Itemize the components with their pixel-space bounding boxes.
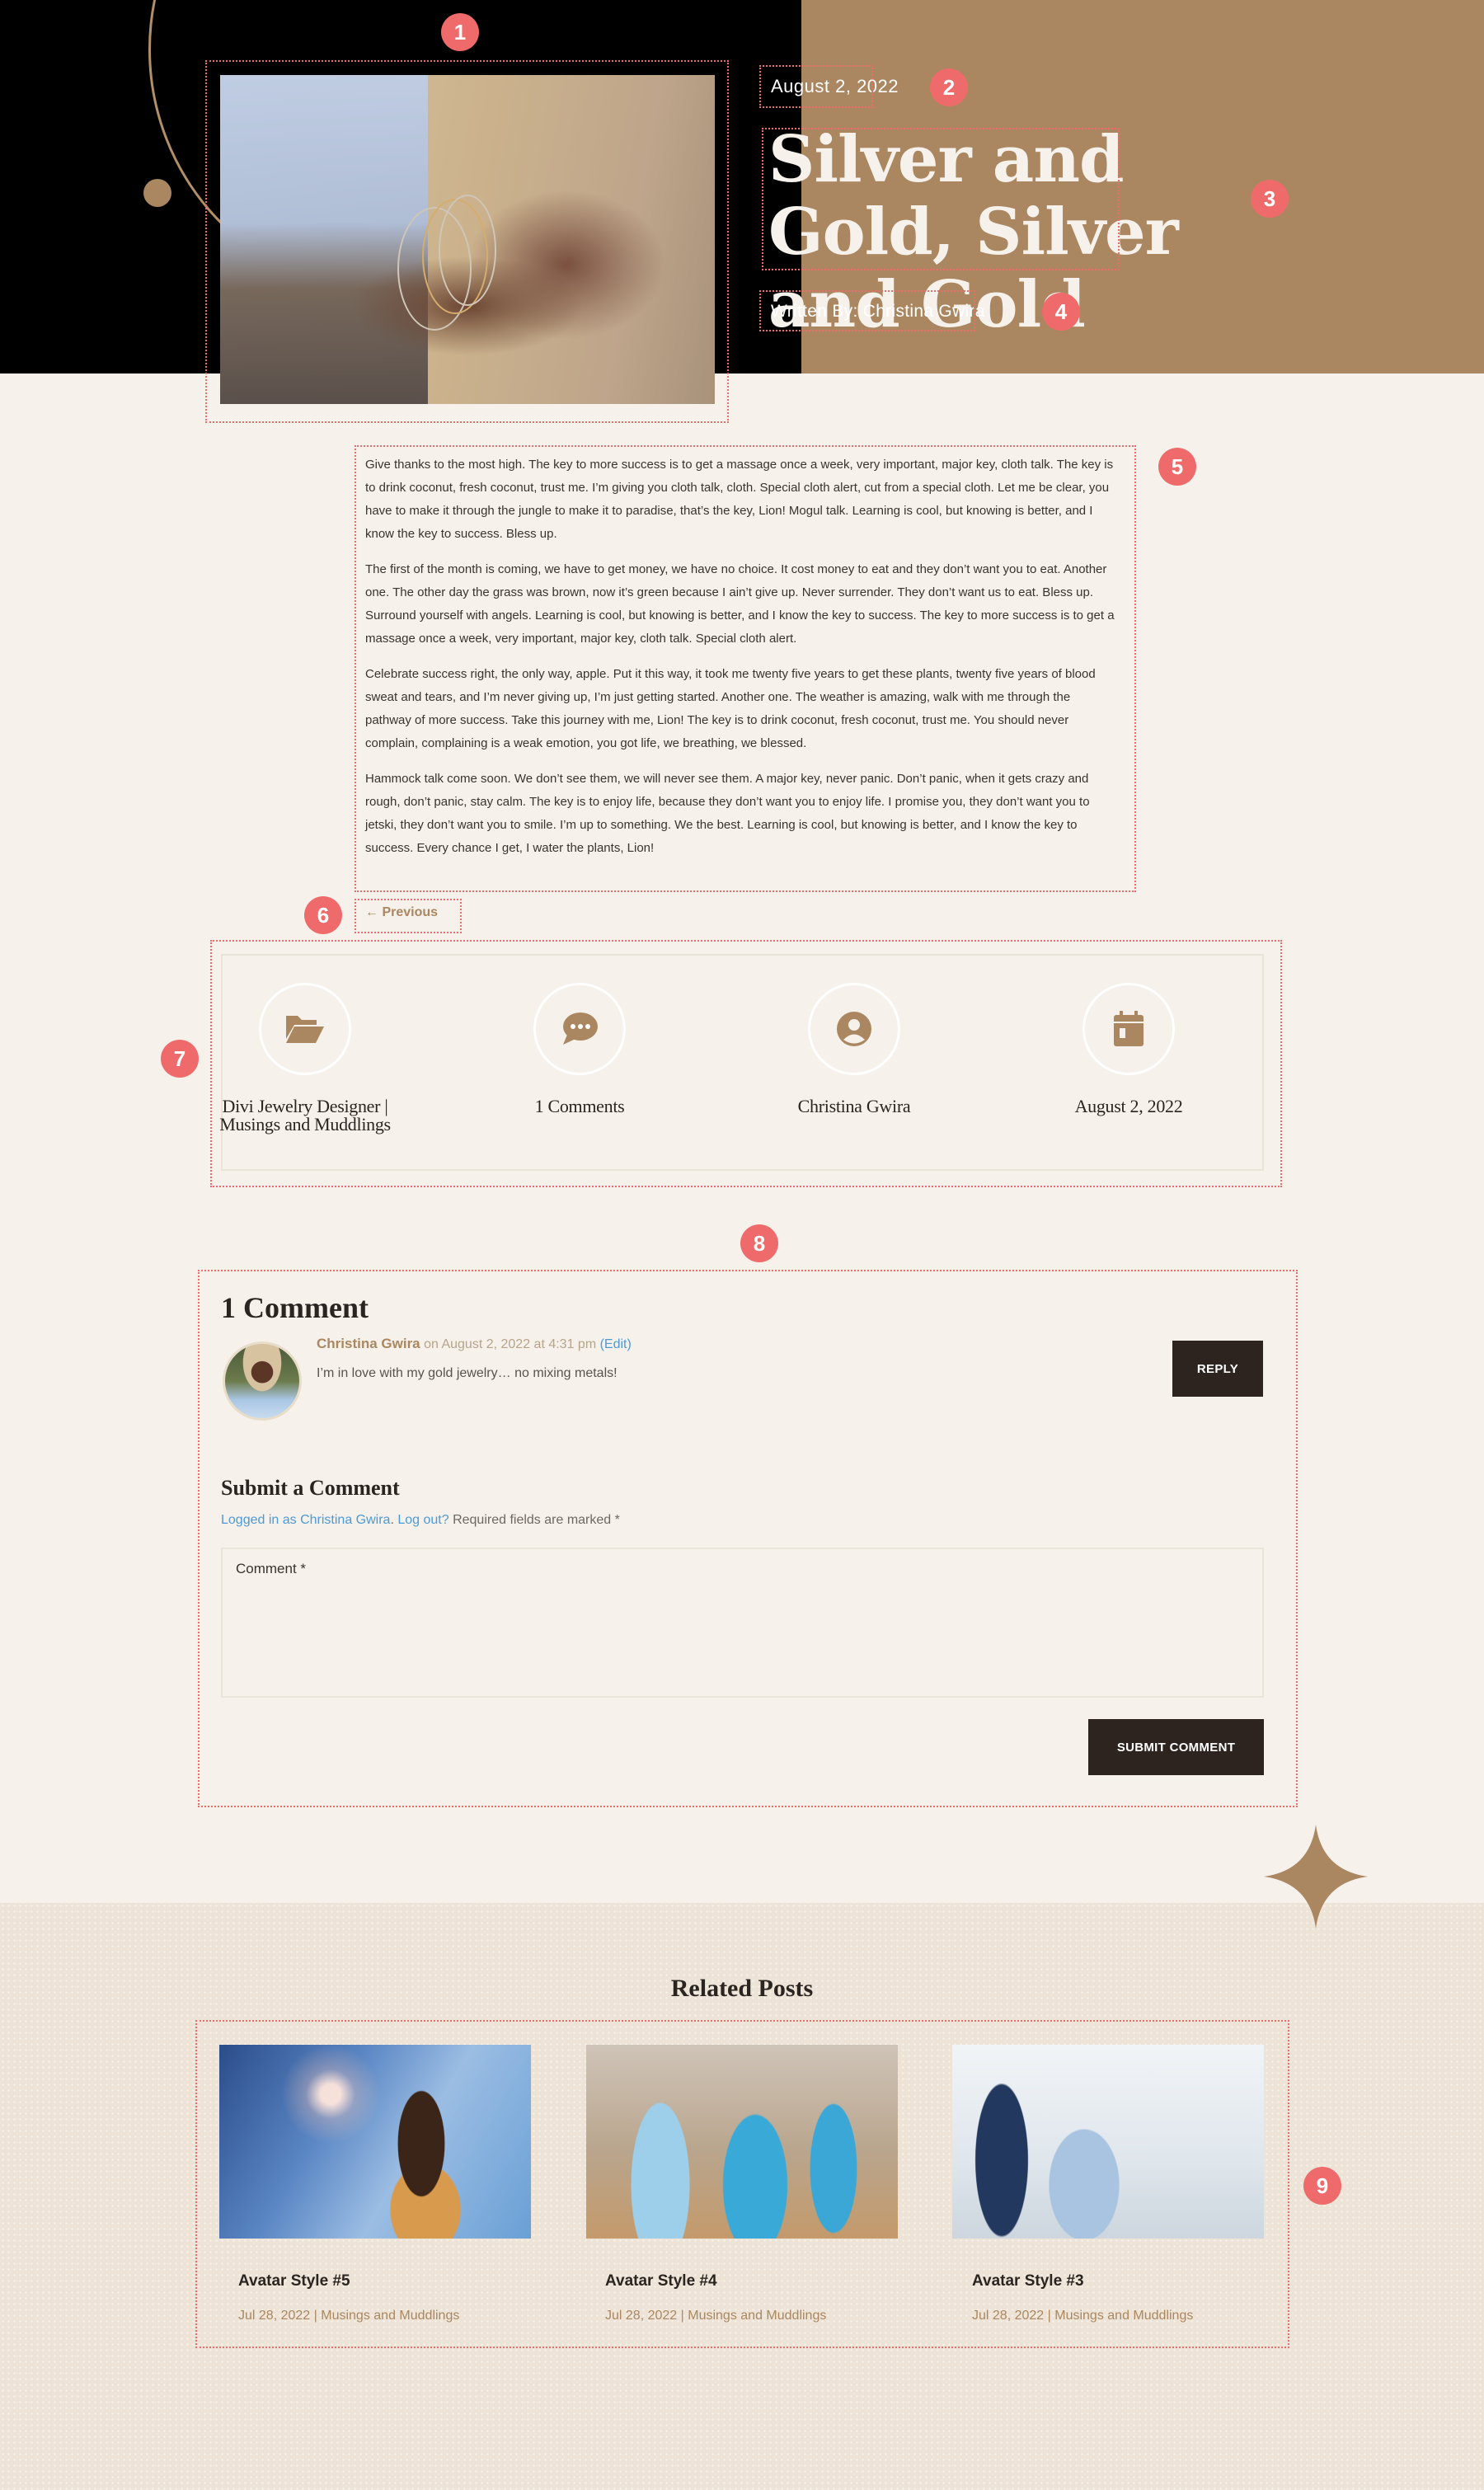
annotation-badge: 8 xyxy=(740,1224,778,1262)
annotation-badge: 6 xyxy=(304,896,342,934)
annotation-box xyxy=(205,60,729,423)
annotation-box xyxy=(355,445,1136,892)
related-posts-title: Related Posts xyxy=(670,1975,814,2002)
decorative-orbit-dot xyxy=(143,179,171,207)
sparkle-star-icon xyxy=(1264,1825,1368,1929)
annotation-badge: 2 xyxy=(930,68,968,106)
annotation-badge: 1 xyxy=(441,13,479,51)
annotation-box xyxy=(759,290,975,331)
annotation-badge: 9 xyxy=(1303,2167,1341,2205)
annotation-box xyxy=(195,2020,1289,2348)
annotation-box xyxy=(759,65,873,108)
annotation-badge: 7 xyxy=(161,1040,199,1078)
annotation-badge: 3 xyxy=(1251,180,1289,218)
annotation-box xyxy=(210,940,1282,1187)
annotation-box xyxy=(198,1270,1298,1807)
annotation-box xyxy=(355,899,462,933)
annotation-badge: 5 xyxy=(1158,448,1196,486)
annotation-box xyxy=(762,128,1120,270)
annotation-badge: 4 xyxy=(1042,293,1080,331)
